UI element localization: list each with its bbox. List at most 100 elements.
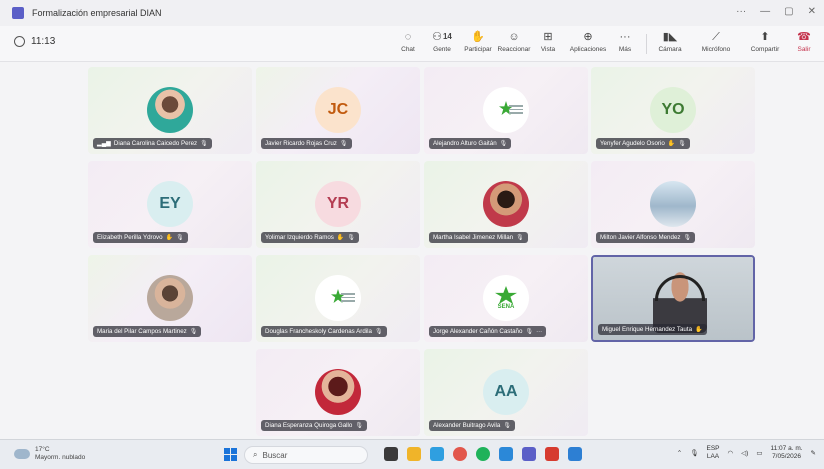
participant-photo xyxy=(315,369,361,415)
sena-logo-text: SENA xyxy=(497,304,515,310)
people-icon: ⚇ 14 xyxy=(432,31,452,43)
participant-logo: SENA xyxy=(483,275,529,321)
acrobat-icon[interactable] xyxy=(545,447,559,461)
shield-icon xyxy=(14,36,25,47)
weather-widget[interactable]: 17°C Mayorm. nublado xyxy=(14,446,85,462)
participant-tile[interactable]: YO Yenyfer Agudelo Osorio ✋ 🎙 xyxy=(591,67,755,154)
participant-initials: YO xyxy=(650,87,696,133)
toolbar-divider xyxy=(646,34,647,54)
participant-tile[interactable]: EY Elizabeth Perilla Ydrovo ✋ 🎙 xyxy=(88,161,252,248)
more-options-icon[interactable]: ··· xyxy=(536,328,542,335)
participant-nametag: Alejandro Alturo Gaitán 🎙 xyxy=(429,138,512,149)
view-button[interactable]: ⊞ Vista xyxy=(528,30,568,53)
participant-nametag: Alexander Buitrago Avila 🎙 xyxy=(429,420,515,431)
participant-tile[interactable]: YR Yolimar Izquierdo Ramos ✋ 🎙 xyxy=(256,161,420,248)
more-button[interactable]: ··· Más xyxy=(605,30,645,53)
maximize-button[interactable]: ▢ xyxy=(784,6,793,17)
people-button[interactable]: ⚇ 14 Gente xyxy=(422,30,462,53)
apps-icon: ⊕ xyxy=(583,31,593,43)
participant-logo xyxy=(483,87,529,133)
participant-nametag: Javier Ricardo Rojas Cruz 🎙 xyxy=(261,138,352,149)
participant-nametag: Yolimar Izquierdo Ramos ✋ 🎙 xyxy=(261,232,360,243)
camera-button[interactable]: ▮◣ Cámara xyxy=(650,30,690,53)
file-explorer-icon[interactable] xyxy=(407,447,421,461)
more-options-icon[interactable]: ··· xyxy=(736,6,746,17)
participant-tile[interactable]: ▂▄▆ Diana Carolina Caicedo Perez 🎙 xyxy=(88,67,252,154)
raised-hand-icon: ✋ xyxy=(695,327,703,333)
windows-start-icon[interactable] xyxy=(224,448,237,461)
battery-icon[interactable]: ▭ xyxy=(756,449,762,457)
cloud-icon xyxy=(14,449,30,459)
participant-nametag: Maria del Pilar Campos Martinez 🎙 xyxy=(93,326,202,337)
mic-icon[interactable]: 🎙 xyxy=(690,449,698,457)
participant-tile[interactable]: Maria del Pilar Campos Martinez 🎙 xyxy=(88,255,252,342)
mic-muted-icon: 🎙 xyxy=(525,329,534,335)
wifi-icon[interactable]: ◠ xyxy=(728,449,734,457)
weather-condition: Mayorm. nublado xyxy=(35,454,86,461)
meeting-stage: ▂▄▆ Diana Carolina Caicedo Perez 🎙 JC Javi… xyxy=(0,62,824,439)
leave-button[interactable]: ☎ Salir xyxy=(786,30,822,53)
participant-nametag: Martha Isabel Jimenez Millan 🎙 xyxy=(429,232,528,243)
participant-initials: JC xyxy=(315,87,361,133)
system-clock[interactable]: 11:07 a. m. 7/05/2026 xyxy=(771,445,803,461)
mic-muted-icon: 🎙 xyxy=(374,329,383,335)
raised-hand-icon: ✋ xyxy=(667,141,676,147)
raised-hand-icon: ✋ xyxy=(165,235,174,241)
teams-icon[interactable] xyxy=(522,447,536,461)
mic-muted-icon: 🎙 xyxy=(499,141,508,147)
window-controls: ··· — ▢ ✕ xyxy=(736,6,816,17)
edge-icon[interactable] xyxy=(430,447,444,461)
close-button[interactable]: ✕ xyxy=(808,6,816,17)
view-icon: ⊞ xyxy=(543,31,553,43)
participant-initials: YR xyxy=(315,181,361,227)
volume-icon[interactable]: ◁) xyxy=(741,449,748,457)
participant-tile[interactable]: Alejandro Alturo Gaitán 🎙 xyxy=(424,67,588,154)
participant-nametag: Milton Javier Alfonso Mendez 🎙 xyxy=(596,232,696,243)
participant-tile[interactable]: Diana Esperanza Quiroga Gallo 🎙 xyxy=(256,349,420,436)
raise-hand-button[interactable]: ✋ Participar xyxy=(458,30,498,53)
chrome-icon[interactable] xyxy=(453,447,467,461)
participant-tile[interactable]: SENA Jorge Alexander Cañón Castaño 🎙 ··· xyxy=(424,255,588,342)
people-count: 14 xyxy=(442,32,452,41)
taskbar-search[interactable]: ⌕ Buscar xyxy=(244,446,368,464)
share-icon: ⬆ xyxy=(760,31,770,43)
react-icon: ☺ xyxy=(508,31,520,43)
word-icon[interactable] xyxy=(568,447,582,461)
mic-muted-icon: 🎙 xyxy=(189,329,198,335)
minimize-button[interactable]: — xyxy=(760,6,770,17)
search-icon: ⌕ xyxy=(253,450,258,459)
participant-tile[interactable]: Martha Isabel Jimenez Millan 🎙 xyxy=(424,161,588,248)
mic-off-icon: ⟋ xyxy=(712,31,720,43)
pinned-apps xyxy=(384,447,582,461)
meeting-toolbar: 11:13 ◌ Chat ⚇ 14 Gente ✋ Participar ☺ Re… xyxy=(0,26,824,62)
mic-muted-icon: 🎙 xyxy=(678,141,686,147)
participant-tile[interactable]: AA Alexander Buitrago Avila 🎙 xyxy=(424,349,588,436)
language-indicator[interactable]: ESP LAA xyxy=(706,445,719,461)
share-button[interactable]: ⬆ Compartir xyxy=(745,30,785,53)
title-bar: Formalización empresarial DIAN ··· — ▢ ✕ xyxy=(0,0,824,26)
apps-button[interactable]: ⊕ Aplicaciones xyxy=(568,30,608,53)
mic-muted-icon: 🎙 xyxy=(176,235,184,241)
whatsapp-icon[interactable] xyxy=(476,447,490,461)
taskbar: 17°C Mayorm. nublado ⌕ Buscar ⌃ 🎙 ESP LA… xyxy=(0,439,824,469)
participant-tile[interactable]: Douglas Francheskoly Cardenas Ardila 🎙 xyxy=(256,255,420,342)
task-view-icon[interactable] xyxy=(384,447,398,461)
mic-muted-icon: 🎙 xyxy=(683,235,692,241)
participant-video-tile[interactable]: Miguel Enrique Hernandez Tauta ✋ xyxy=(591,255,755,342)
camera-off-icon: ▮◣ xyxy=(662,31,678,43)
chevron-up-icon[interactable]: ⌃ xyxy=(677,449,682,457)
mic-muted-icon: 🎙 xyxy=(355,423,363,429)
raise-hand-icon: ✋ xyxy=(471,31,485,43)
participant-nametag: Douglas Francheskoly Cardenas Ardila 🎙 xyxy=(261,326,387,337)
search-placeholder: Buscar xyxy=(262,450,288,460)
participant-nametag: Miguel Enrique Hernandez Tauta ✋ xyxy=(598,324,707,335)
outlook-icon[interactable] xyxy=(499,447,513,461)
participant-tile[interactable]: JC Javier Ricardo Rojas Cruz 🎙 xyxy=(256,67,420,154)
participant-nametag: ▂▄▆ Diana Carolina Caicedo Perez 🎙 xyxy=(93,138,212,149)
participant-initials: EY xyxy=(147,181,193,227)
notification-icon[interactable]: ✎ xyxy=(811,449,816,457)
temperature: 17°C xyxy=(35,446,50,453)
chat-icon: ◌ xyxy=(404,31,412,43)
microphone-button[interactable]: ⟋ Micrófono xyxy=(696,30,736,53)
participant-tile[interactable]: Milton Javier Alfonso Mendez 🎙 xyxy=(591,161,755,248)
